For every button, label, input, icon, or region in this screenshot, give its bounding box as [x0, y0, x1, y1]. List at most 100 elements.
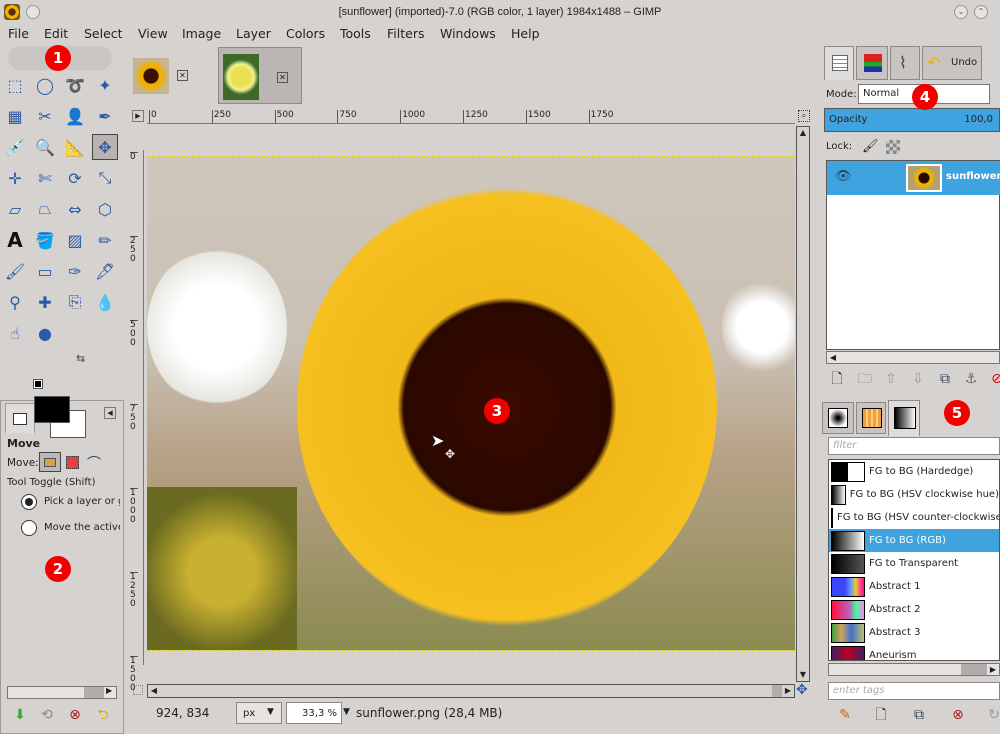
- tool-foreground-select[interactable]: 👤: [62, 103, 88, 129]
- tool-paintbrush[interactable]: 🖌: [2, 258, 28, 284]
- panel-menu-arrow-icon[interactable]: ◀: [104, 407, 116, 419]
- tool-pencil[interactable]: ✏: [92, 227, 118, 253]
- menu-image[interactable]: Image: [182, 26, 221, 41]
- close-tab-icon[interactable]: ✕: [277, 72, 288, 83]
- layers-hscroll[interactable]: ◀: [826, 351, 1000, 364]
- menu-tools[interactable]: Tools: [340, 26, 371, 41]
- tool-free-select[interactable]: ➰: [62, 72, 88, 98]
- tool-move[interactable]: ✥: [92, 134, 118, 160]
- tool-color-picker[interactable]: 💉: [2, 134, 28, 160]
- move-layer-button[interactable]: [39, 452, 61, 472]
- tool-rotate[interactable]: ⟳: [62, 165, 88, 191]
- new-layer-group-icon[interactable]: 🗀: [856, 370, 874, 388]
- tab-brushes[interactable]: [822, 402, 854, 434]
- tool-fuzzy-select[interactable]: ✦: [92, 72, 118, 98]
- gradient-item[interactable]: FG to BG (RGB): [829, 529, 999, 552]
- tool-cage-transform[interactable]: ⬡: [92, 196, 118, 222]
- gradient-item[interactable]: FG to BG (HSV counter-clockwise): [829, 506, 999, 529]
- quick-mask-menu-icon[interactable]: ▶: [132, 110, 144, 122]
- visibility-eye-icon[interactable]: 👁: [835, 169, 852, 184]
- tool-text[interactable]: A: [2, 227, 28, 253]
- tab-layers[interactable]: [824, 46, 854, 80]
- tool-blur-sharpen[interactable]: 💧: [92, 289, 118, 315]
- scroll-up-arrow[interactable]: ▲: [797, 127, 809, 139]
- tool-paths[interactable]: ✒: [92, 103, 118, 129]
- gradient-item[interactable]: Abstract 3: [829, 621, 999, 644]
- layer-row-sunflower[interactable]: 👁 sunflower: [827, 161, 1000, 195]
- lower-layer-icon[interactable]: ⇩: [909, 370, 927, 388]
- duplicate-layer-icon[interactable]: ⧉: [936, 370, 954, 388]
- scroll-down-arrow[interactable]: ▼: [797, 669, 809, 681]
- gradient-item[interactable]: Aneurism: [829, 644, 999, 660]
- tool-select-by-color[interactable]: ▦: [2, 103, 28, 129]
- tab-patterns[interactable]: [856, 402, 886, 434]
- opacity-slider[interactable]: Opacity 100,0: [824, 108, 1000, 132]
- tool-measure[interactable]: 📐: [62, 134, 88, 160]
- lock-alpha-icon[interactable]: [886, 140, 900, 154]
- minimize-button[interactable]: ⌄: [954, 5, 968, 19]
- save-tool-preset-icon[interactable]: ⬇: [11, 706, 29, 724]
- gradient-item[interactable]: FG to BG (Hardedge): [829, 460, 999, 483]
- tab-gradients[interactable]: [888, 400, 920, 436]
- tool-blend[interactable]: ▨: [62, 227, 88, 253]
- scroll-right-arrow[interactable]: ▶: [106, 686, 112, 695]
- image-canvas[interactable]: 3 ➤ ✥: [147, 156, 795, 651]
- restore-tool-preset-icon[interactable]: ⟲: [38, 706, 56, 724]
- zoom-fit-icon[interactable]: ⌕: [798, 110, 810, 122]
- navigate-image-icon[interactable]: ✥: [796, 682, 808, 698]
- toggle-quick-mask-icon[interactable]: [133, 685, 143, 695]
- menu-edit[interactable]: Edit: [44, 26, 68, 41]
- tool-ink[interactable]: 🖋: [92, 258, 118, 284]
- swap-colors-icon[interactable]: ⇆: [76, 352, 85, 365]
- tool-ellipse-select[interactable]: ◯: [32, 72, 58, 98]
- foreground-color-swatch[interactable]: [34, 396, 70, 423]
- unit-dropdown[interactable]: px ▼: [236, 702, 282, 724]
- refresh-gradients-icon[interactable]: ↻: [985, 706, 1000, 724]
- tool-dodge-burn[interactable]: ●: [32, 320, 58, 346]
- move-selection-button[interactable]: [66, 456, 79, 469]
- scroll-left-arrow[interactable]: ◀: [148, 685, 160, 697]
- new-layer-icon[interactable]: 🗋: [828, 370, 846, 388]
- menu-help[interactable]: Help: [511, 26, 540, 41]
- tool-perspective-clone[interactable]: ⎘: [62, 289, 88, 315]
- tab-channels[interactable]: [856, 46, 888, 80]
- tab-paths[interactable]: ⌇: [890, 46, 920, 80]
- gradient-item[interactable]: Abstract 1: [829, 575, 999, 598]
- scroll-thumb[interactable]: [772, 685, 782, 697]
- canvas-vertical-scrollbar[interactable]: ▲ ▼: [796, 126, 810, 682]
- menu-select[interactable]: Select: [84, 26, 123, 41]
- tool-scale[interactable]: ⤡: [92, 165, 118, 191]
- tool-shear[interactable]: ▱: [2, 196, 28, 222]
- edit-gradient-icon[interactable]: ✎: [836, 706, 854, 724]
- gradients-hscroll[interactable]: ▶: [828, 663, 1000, 676]
- tool-smudge[interactable]: ☝: [2, 320, 28, 346]
- gradient-tags-input[interactable]: enter tags: [828, 682, 1000, 700]
- new-gradient-icon[interactable]: 🗋: [872, 706, 890, 724]
- menu-filters[interactable]: Filters: [387, 26, 424, 41]
- tool-options-tab[interactable]: [5, 403, 35, 433]
- tool-bucket-fill[interactable]: 🪣: [32, 227, 58, 253]
- menu-windows[interactable]: Windows: [440, 26, 496, 41]
- menu-view[interactable]: View: [138, 26, 168, 41]
- zoom-input[interactable]: 33,3 %: [286, 702, 342, 724]
- tool-align[interactable]: ✛: [2, 165, 28, 191]
- delete-gradient-icon[interactable]: ⊗: [949, 706, 967, 724]
- gradient-item[interactable]: Abstract 2: [829, 598, 999, 621]
- tool-airbrush[interactable]: ✑: [62, 258, 88, 284]
- tool-options-hscroll[interactable]: ▶: [7, 686, 117, 699]
- tool-eraser[interactable]: ▭: [32, 258, 58, 284]
- move-path-button[interactable]: ⌒: [87, 453, 101, 473]
- tab-undo-history[interactable]: ↶ Undo: [922, 46, 982, 80]
- scroll-left-arrow[interactable]: ◀: [827, 352, 839, 364]
- reset-tool-options-icon[interactable]: ⮌: [94, 706, 112, 724]
- gradient-item[interactable]: FG to Transparent: [829, 552, 999, 575]
- tool-rect-select[interactable]: ⬚: [2, 72, 28, 98]
- menu-layer[interactable]: Layer: [236, 26, 271, 41]
- tool-perspective[interactable]: ⏢: [32, 196, 58, 222]
- maximize-button[interactable]: ⌃: [974, 5, 988, 19]
- close-tab-icon[interactable]: ✕: [177, 70, 188, 81]
- tool-crop[interactable]: ✄: [32, 165, 58, 191]
- delete-layer-icon[interactable]: ⊘: [988, 370, 1000, 388]
- vertical-ruler[interactable]: 0 250 500 750 1000 1250 1500: [128, 150, 144, 693]
- scroll-thumb[interactable]: [84, 687, 104, 698]
